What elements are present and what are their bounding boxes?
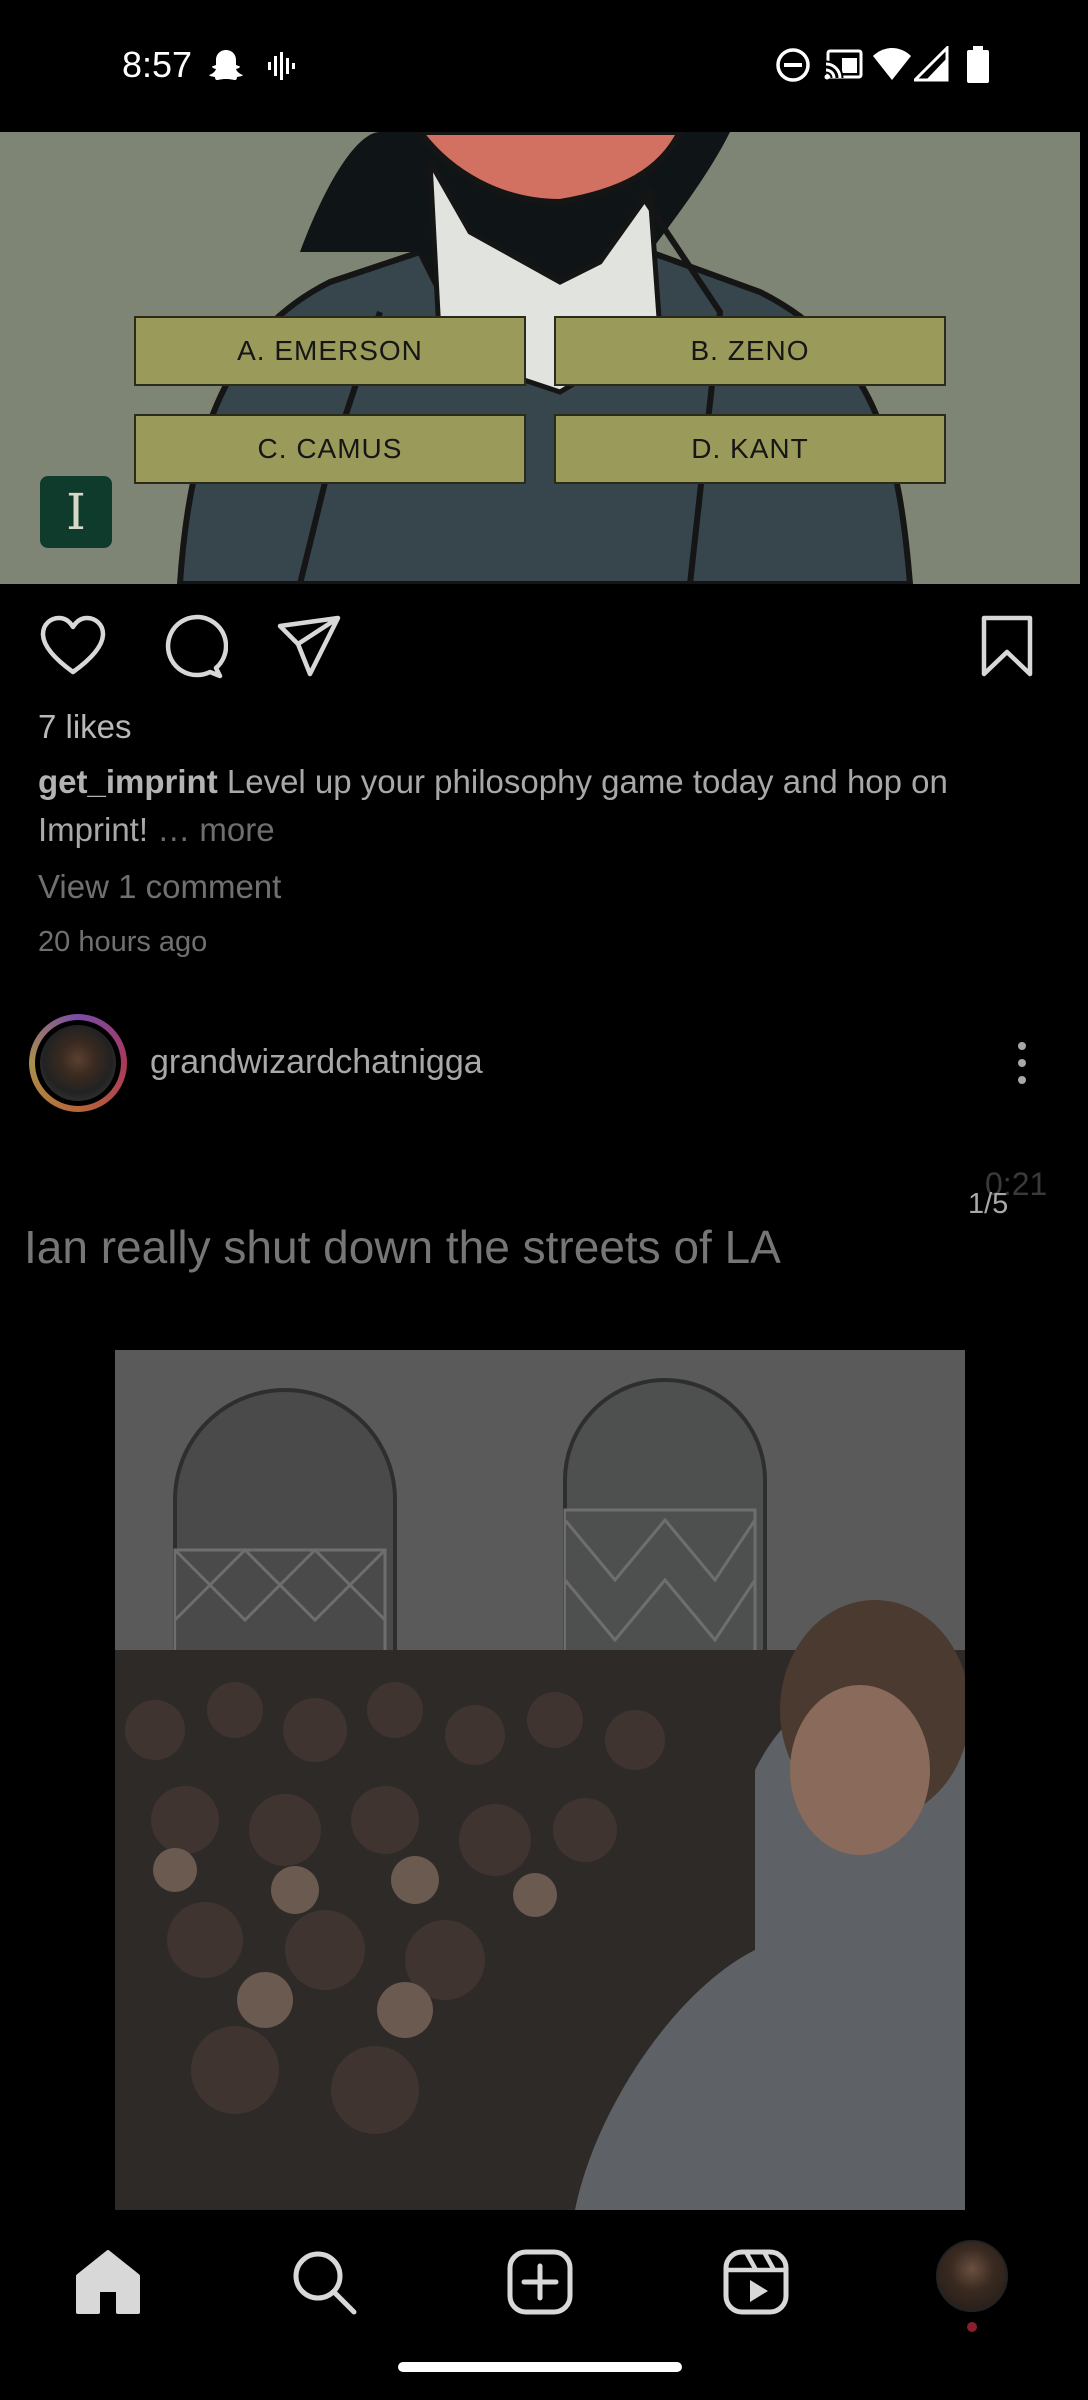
heart-icon[interactable] bbox=[38, 612, 108, 682]
imprint-logo: I bbox=[40, 476, 112, 548]
status-bar: 8:57 bbox=[0, 0, 1088, 132]
user-avatar[interactable] bbox=[29, 1014, 127, 1112]
answer-button-d[interactable]: D. KANT bbox=[554, 414, 946, 484]
notification-dot bbox=[967, 2322, 977, 2332]
snapchat-icon bbox=[209, 50, 243, 80]
crowd-photo bbox=[115, 1350, 965, 2210]
signal-icon bbox=[914, 46, 949, 82]
ad-post-image[interactable]: A. EMERSON B. ZENO C. CAMUS D. KANT I bbox=[0, 132, 1080, 584]
more-options-icon[interactable] bbox=[1010, 1038, 1034, 1088]
carousel-counter: 1/5 bbox=[968, 1188, 1009, 1220]
search-icon[interactable] bbox=[288, 2246, 360, 2318]
comment-icon[interactable] bbox=[158, 612, 228, 682]
post-caption: get_imprint Level up your philosophy gam… bbox=[38, 758, 1048, 854]
wifi-icon bbox=[873, 48, 911, 80]
bookmark-icon[interactable] bbox=[972, 612, 1042, 682]
profile-avatar[interactable] bbox=[936, 2240, 1008, 2312]
status-time: 8:57 bbox=[122, 44, 193, 85]
caption-more-link[interactable]: … more bbox=[157, 811, 274, 848]
voice-icon bbox=[268, 52, 295, 80]
answer-button-c[interactable]: C. CAMUS bbox=[134, 414, 526, 484]
create-icon[interactable] bbox=[504, 2246, 576, 2318]
reels-icon[interactable] bbox=[720, 2246, 792, 2318]
caption-username[interactable]: get_imprint bbox=[38, 763, 218, 800]
home-icon[interactable] bbox=[72, 2246, 144, 2318]
likes-count[interactable]: 7 likes bbox=[38, 708, 132, 746]
battery-icon bbox=[967, 46, 989, 83]
answer-button-b[interactable]: B. ZENO bbox=[554, 316, 946, 386]
avatar-image bbox=[40, 1025, 116, 1101]
post-username[interactable]: grandwizardchatnigga bbox=[150, 1043, 483, 1082]
avatar-border bbox=[35, 1020, 121, 1106]
post-timestamp: 20 hours ago bbox=[38, 926, 208, 958]
video-frame[interactable] bbox=[115, 1350, 965, 2210]
post-actions bbox=[0, 600, 1088, 690]
share-icon[interactable] bbox=[274, 612, 344, 682]
dnd-icon bbox=[776, 48, 810, 82]
cast-icon bbox=[824, 49, 863, 80]
video-overlay-caption: Ian really shut down the streets of LA bbox=[24, 1221, 781, 1273]
answer-button-a[interactable]: A. EMERSON bbox=[134, 316, 526, 386]
view-comments-link[interactable]: View 1 comment bbox=[38, 868, 281, 906]
home-indicator[interactable] bbox=[398, 2362, 682, 2372]
